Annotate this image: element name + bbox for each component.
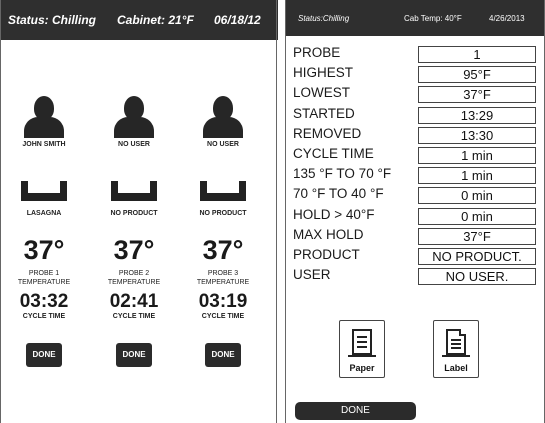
right-screen-frame <box>285 0 545 423</box>
left-screen: Status: Chilling Cabinet: 21°F 06/18/12 … <box>0 0 278 423</box>
right-screen: Status:Chilling Cab Temp: 40°F 4/26/2013… <box>285 0 545 423</box>
left-screen-frame <box>0 0 277 423</box>
